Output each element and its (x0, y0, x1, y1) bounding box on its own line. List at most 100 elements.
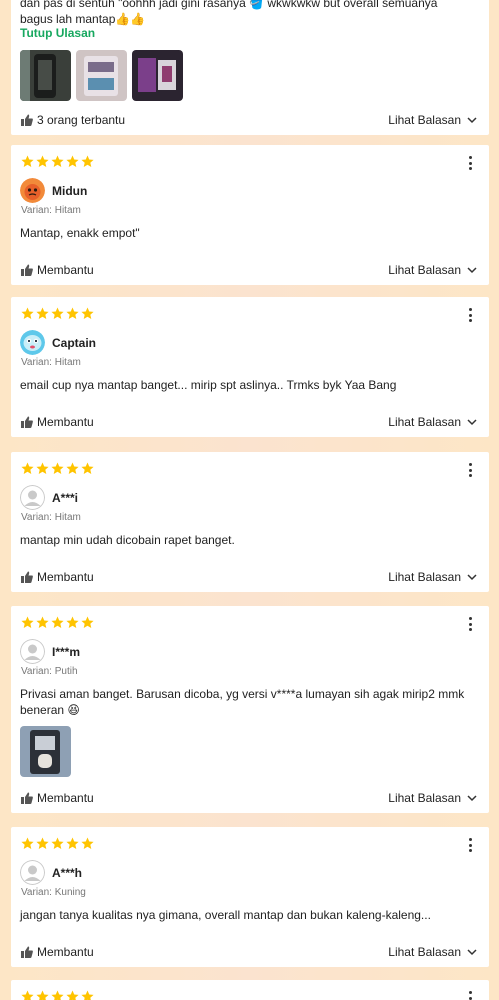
helpful-count: 3 orang terbantu (37, 113, 126, 127)
helpful-button[interactable]: Membantu (21, 570, 94, 584)
reviewer: I***m (20, 639, 80, 664)
helpful-label: Membantu (37, 570, 94, 584)
review-footer: Membantu Lihat Balasan (21, 415, 477, 429)
star-icon (51, 616, 64, 629)
star-icon (36, 837, 49, 850)
star-icon (36, 155, 49, 168)
rating-stars (21, 837, 94, 850)
reviewer-name: Captain (52, 335, 97, 350)
star-icon (36, 990, 49, 1000)
avatar (20, 639, 45, 664)
collapse-review-link[interactable]: Tutup Ulasan (20, 26, 95, 40)
review-photo[interactable] (76, 50, 127, 101)
view-replies-label: Lihat Balasan (388, 415, 461, 429)
review-footer: Membantu Lihat Balasan (21, 263, 477, 277)
star-icon (36, 616, 49, 629)
star-icon (81, 990, 94, 1000)
chevron-down-icon (467, 795, 477, 802)
more-options-button[interactable] (463, 836, 477, 854)
review-footer: Membantu Lihat Balasan (21, 570, 477, 584)
more-options-button[interactable] (463, 989, 477, 1000)
variant-label: Varian: Hitam (21, 205, 81, 216)
helpful-label: Membantu (37, 263, 94, 277)
chevron-down-icon (467, 267, 477, 274)
variant-label: Varian: Hitam (21, 512, 81, 523)
star-icon (51, 462, 64, 475)
chevron-down-icon (467, 949, 477, 956)
star-icon (21, 307, 34, 320)
review-card: I***m Varian: Putih Privasi aman banget.… (11, 606, 489, 813)
view-replies-label: Lihat Balasan (388, 945, 461, 959)
review-card: A***i Varian: Hitam mantap min udah dico… (11, 452, 489, 592)
reviewer: Midun (20, 178, 87, 203)
thumbs-up-icon (21, 416, 33, 428)
view-replies-button[interactable]: Lihat Balasan (388, 415, 477, 429)
star-icon (81, 616, 94, 629)
review-photo[interactable] (20, 726, 71, 777)
rating-stars (21, 155, 94, 168)
star-icon (51, 155, 64, 168)
reviewer: A***h (20, 860, 82, 885)
thumbs-up-icon (21, 264, 33, 276)
star-icon (21, 837, 34, 850)
helpful-button[interactable]: Membantu (21, 263, 94, 277)
review-footer: 3 orang terbantu Lihat Balasan (21, 113, 477, 127)
thumbs-up-icon (21, 114, 33, 126)
avatar (20, 178, 45, 203)
star-icon (66, 990, 79, 1000)
star-icon (21, 616, 34, 629)
reviewer-name: I***m (52, 644, 81, 659)
view-replies-label: Lihat Balasan (388, 570, 461, 584)
review-comment: Mantap, enakk empot" (20, 226, 140, 240)
view-replies-button[interactable]: Lihat Balasan (388, 791, 477, 805)
star-icon (21, 155, 34, 168)
view-replies-label: Lihat Balasan (388, 791, 461, 805)
view-replies-button[interactable]: Lihat Balasan (388, 113, 477, 127)
rating-stars (21, 616, 94, 629)
star-icon (81, 155, 94, 168)
star-icon (66, 307, 79, 320)
variant-label: Varian: Hitam (21, 357, 81, 368)
star-icon (51, 990, 64, 1000)
more-options-button[interactable] (463, 461, 477, 479)
more-options-button[interactable] (463, 306, 477, 324)
review-card (11, 980, 489, 1000)
avatar (20, 330, 45, 355)
chevron-down-icon (467, 117, 477, 124)
helpful-label: Membantu (37, 415, 94, 429)
helpful-button[interactable]: Membantu (21, 945, 94, 959)
star-icon (21, 462, 34, 475)
more-options-button[interactable] (463, 615, 477, 633)
avatar (20, 860, 45, 885)
review-photos (20, 726, 71, 777)
review-photo[interactable] (20, 50, 71, 101)
more-options-button[interactable] (463, 154, 477, 172)
rating-stars (21, 307, 94, 320)
reviewer: A***i (20, 485, 78, 510)
thumbs-up-icon (21, 571, 33, 583)
helpful-button[interactable]: Membantu (21, 415, 94, 429)
star-icon (36, 462, 49, 475)
star-icon (81, 837, 94, 850)
view-replies-label: Lihat Balasan (388, 263, 461, 277)
view-replies-button[interactable]: Lihat Balasan (388, 570, 477, 584)
review-comment: mantap min udah dicobain rapet banget. (20, 533, 235, 547)
review-card: Midun Varian: Hitam Mantap, enakk empot"… (11, 145, 489, 285)
review-card: Captain Varian: Hitam email cup nya mant… (11, 297, 489, 437)
view-replies-label: Lihat Balasan (388, 113, 461, 127)
star-icon (51, 837, 64, 850)
reviewer-name: A***h (52, 865, 83, 880)
view-replies-button[interactable]: Lihat Balasan (388, 263, 477, 277)
star-icon (81, 462, 94, 475)
helpful-button[interactable]: Membantu (21, 791, 94, 805)
thumbs-up-icon (21, 792, 33, 804)
reviewer: Captain (20, 330, 96, 355)
thumbs-up-icon (21, 946, 33, 958)
review-photo[interactable] (132, 50, 183, 101)
review-card: A***h Varian: Kuning jangan tanya kualit… (11, 827, 489, 967)
helpful-button[interactable]: 3 orang terbantu (21, 113, 125, 127)
star-icon (21, 990, 34, 1000)
review-comment: dan pas di sentuh "oohhh jadi gini rasan… (20, 0, 438, 26)
view-replies-button[interactable]: Lihat Balasan (388, 945, 477, 959)
rating-stars (21, 462, 94, 475)
